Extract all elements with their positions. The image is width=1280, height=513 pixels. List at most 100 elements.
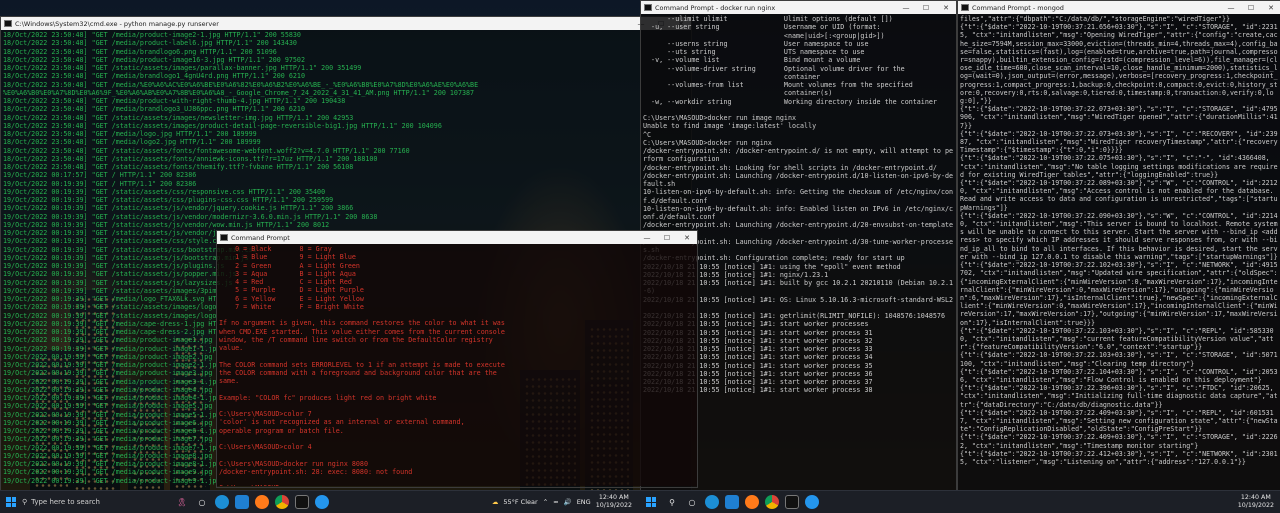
console-line: C:\Users\MASOUD>color 7 xyxy=(219,410,312,418)
ribbon-icon[interactable]: 🎗 xyxy=(175,495,189,509)
minimize-button[interactable]: — xyxy=(1221,4,1241,12)
color-cmd-console[interactable]: 0 = Black 8 = Gray 1 = Blue 9 = Light Bl… xyxy=(217,244,697,486)
search-icon[interactable]: ⚲ xyxy=(665,495,679,509)
vscode-icon[interactable] xyxy=(235,495,249,509)
volume-icon[interactable]: 🔊 xyxy=(564,498,572,506)
console-line: 10-listen-on-ipv6-by-default.sh: info: E… xyxy=(643,204,954,213)
mongod-window[interactable]: Command Prompt - mongod — ☐ ✕ files","at… xyxy=(957,0,1280,492)
console-line: 18/Oct/2022 23:50:48] "GET /media/brandl… xyxy=(3,105,305,114)
console-line: /docker-entrypoint.sh: 28: exec: 8080: n… xyxy=(219,467,413,476)
cmd-icon[interactable] xyxy=(295,495,309,509)
weather-text[interactable]: 55°F Clear xyxy=(503,498,537,506)
console-line: 3 = Aqua B = Light Aqua xyxy=(219,269,356,278)
maximize-button[interactable]: ☐ xyxy=(657,234,677,242)
console-line: <name|uid>[:<group|gid>]) xyxy=(643,31,885,40)
color-cmd-titlebar[interactable]: Command Prompt — ☐ ✕ xyxy=(217,231,697,244)
console-line: operable program or batch file. xyxy=(219,426,344,435)
taskbar: ⚲ Type here to search 🎗 ○ ☁ 55°F Clear ⌃… xyxy=(0,490,1280,513)
firefox-icon[interactable] xyxy=(745,495,759,509)
color-cmd-window[interactable]: Command Prompt — ☐ ✕ 0 = Black 8 = Gray … xyxy=(216,230,698,488)
console-line: {"t":{"$date":"2022-10-19T00:37:22.090+0… xyxy=(960,211,1278,261)
mongod-titlebar[interactable]: Command Prompt - mongod — ☐ ✕ xyxy=(958,1,1280,14)
maximize-button[interactable]: ☐ xyxy=(1241,4,1261,12)
console-line: 5 = Purple D = Light Purple xyxy=(219,286,364,295)
console-line: onf.d/default.conf xyxy=(643,213,716,221)
console-line: If no argument is given, this command re… xyxy=(219,319,505,328)
docker-icon[interactable] xyxy=(315,495,329,509)
cmd-window-icon xyxy=(220,234,228,241)
clock[interactable]: 12:40 AM 10/19/2022 xyxy=(596,494,632,510)
console-line: {"t":{"$date":"2022-10-19T00:37:22.104+0… xyxy=(960,367,1278,384)
console-line: the COLOR command with a foreground and … xyxy=(219,368,497,377)
firefox-icon[interactable] xyxy=(255,495,269,509)
cmd-icon[interactable] xyxy=(785,495,799,509)
edge-icon[interactable] xyxy=(705,495,719,509)
console-line: --userns string User namespace to use xyxy=(643,39,869,48)
cmd-window-icon xyxy=(4,20,12,27)
clock-date: 10/19/2022 xyxy=(595,502,632,509)
console-line: value. xyxy=(219,344,244,352)
console-line: /docker-entrypoint.sh: Looking for shell… xyxy=(643,163,937,172)
console-line: 18/Oct/2022 23:50:48] "GET /media/%E0%A6… xyxy=(3,80,479,89)
runserver-titlebar[interactable]: C:\Windows\System32\cmd.exe - python man… xyxy=(1,17,691,30)
vscode-icon[interactable] xyxy=(725,495,739,509)
console-line: C:\Users\MASOUD> xyxy=(219,484,695,486)
console-line: 19/Oct/2022 00:19:39] "GET / HTTP/1.1" 2… xyxy=(3,179,197,188)
task-view-icon[interactable]: ○ xyxy=(685,495,699,509)
docker-title: Command Prompt - docker run nginx xyxy=(655,3,776,12)
clock[interactable]: 12:40 AM 10/19/2022 xyxy=(1238,494,1274,510)
console-line: /docker-entrypoint.sh: Launching /docker… xyxy=(643,221,954,230)
console-line: container xyxy=(643,72,821,81)
edge-icon[interactable] xyxy=(215,495,229,509)
chrome-icon[interactable] xyxy=(765,495,779,509)
color-cmd-title: Command Prompt xyxy=(231,233,290,242)
console-line: {"t":{"$date":"2022-10-19T00:37:22.089+0… xyxy=(960,179,1278,212)
language-indicator[interactable]: ENG xyxy=(577,498,591,506)
docker-icon[interactable] xyxy=(805,495,819,509)
console-line: 18/Oct/2022 23:50:48] "GET /media/logo2.… xyxy=(3,138,261,147)
mongod-console[interactable]: files","attr":{"dbpath":"C:/data/db/","s… xyxy=(958,14,1280,490)
console-line: 19/Oct/2022 00:19:39] "GET /static/asset… xyxy=(3,212,378,221)
console-line: C:\Users\MASOUD>color 4 xyxy=(219,443,312,451)
clock-time: 12:40 AM xyxy=(1240,494,1271,501)
console-line: --volume-driver string Optional volume d… xyxy=(643,64,905,73)
console-line: rform configuration xyxy=(643,155,720,164)
console-line: 19/Oct/2022 00:19:39] "GET /static/asset… xyxy=(3,187,326,196)
cmd-window-icon xyxy=(961,4,969,11)
console-line: C:\Users\MASOUD>docker run nginx 8080 xyxy=(219,459,368,468)
minimize-button[interactable]: — xyxy=(637,234,657,242)
chrome-icon[interactable] xyxy=(275,495,289,509)
maximize-button[interactable]: ☐ xyxy=(916,4,936,12)
windows-start-icon[interactable] xyxy=(646,497,656,507)
close-button[interactable]: ✕ xyxy=(677,234,697,242)
console-line: same. xyxy=(219,377,240,385)
docker-titlebar[interactable]: Command Prompt - docker run nginx — ☐ ✕ xyxy=(641,1,956,14)
console-line: -w, --workdir string Working directory i… xyxy=(643,97,937,106)
minimize-button[interactable]: — xyxy=(896,4,916,12)
search-icon: ⚲ xyxy=(22,498,28,506)
close-button[interactable]: ✕ xyxy=(1261,4,1280,12)
close-button[interactable]: ✕ xyxy=(936,4,956,12)
wifi-icon[interactable]: ≈ xyxy=(553,498,558,506)
console-line: 19/Oct/2022 00:19:39] "GET /static/asset… xyxy=(3,220,330,229)
console-line: when CMD.EXE started. This value either … xyxy=(219,327,505,336)
console-line: %E0%A6%B0%E0%A7%8D%E0%A6%9F_%E0%A6%AB%E0… xyxy=(3,88,475,97)
console-line: 18/Oct/2022 23:50:48] "GET /media/produc… xyxy=(3,39,297,48)
console-line: {"t":{"$date":"2022-10-19T00:37:22.102+0… xyxy=(960,261,1278,327)
console-line: 'color' is not recognized as an internal… xyxy=(219,418,465,427)
console-line: 0 = Black 8 = Gray xyxy=(219,245,332,253)
task-view-icon[interactable]: ○ xyxy=(195,495,209,509)
console-line: {"t":{"$date":"2022-10-19T00:37:22.409+0… xyxy=(960,433,1278,450)
console-line: --ulimit ulimit Ulimit options (default … xyxy=(643,15,893,23)
tray-chevron-icon[interactable]: ⌃ xyxy=(543,498,548,506)
console-line: f.d/default.conf xyxy=(643,196,708,205)
console-line: 19/Oct/2022 00:19:39] "GET /static/asset… xyxy=(3,196,334,204)
windows-start-icon[interactable] xyxy=(6,497,16,507)
console-line: {"t":{"$date":"2022-10-19T00:37:22.103+0… xyxy=(960,351,1278,368)
search-box[interactable]: ⚲ Type here to search xyxy=(22,495,172,509)
